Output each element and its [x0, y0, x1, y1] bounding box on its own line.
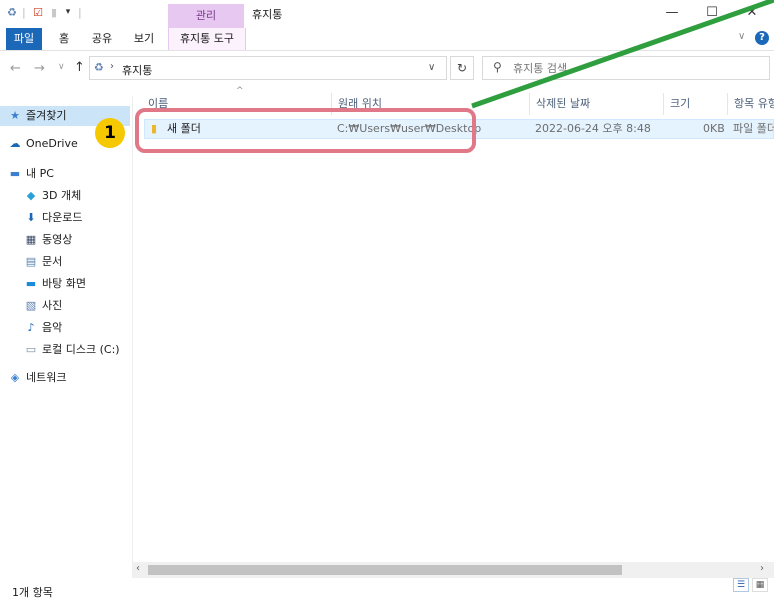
annotation-arrow	[471, 0, 774, 109]
item-count: 1개 항목	[12, 586, 53, 599]
scroll-right-icon[interactable]: ›	[760, 563, 764, 574]
details-view-icon[interactable]: ☰	[733, 578, 749, 592]
scrollbar-thumb[interactable]	[148, 565, 622, 575]
large-icons-view-icon[interactable]: ▦	[752, 578, 768, 592]
status-bar: 1개 항목	[0, 578, 774, 602]
arrow-line	[471, 0, 774, 109]
scroll-left-icon[interactable]: ‹	[136, 563, 140, 574]
horizontal-scrollbar[interactable]: ‹ ›	[132, 562, 774, 578]
